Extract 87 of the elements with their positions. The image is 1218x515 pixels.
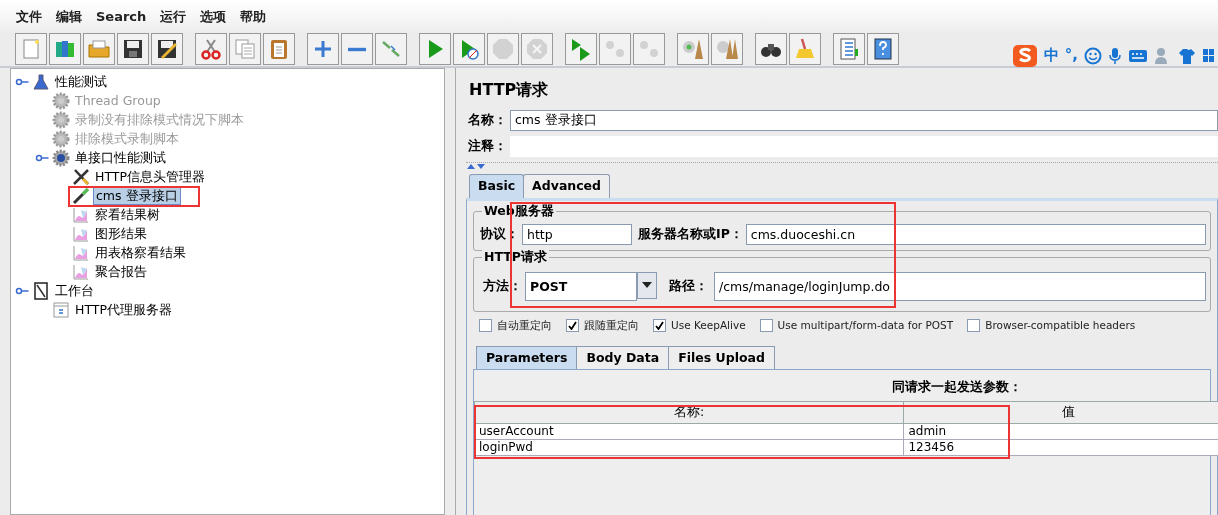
toolbar-button[interactable] (755, 33, 787, 65)
flask-icon (32, 72, 50, 91)
checkbox[interactable] (759, 319, 773, 333)
minus-icon (348, 46, 366, 52)
menu-item[interactable]: 文件 (16, 8, 42, 32)
tree-item[interactable]: 用表格察看结果 (93, 244, 188, 261)
field-label: 方法： (483, 276, 522, 295)
path-field[interactable]: /cms/manage/loginJump.do (714, 271, 1206, 301)
toolbar-button[interactable] (151, 33, 183, 65)
caret-icon (642, 282, 652, 289)
checkbox-label: 跟随重定向 (584, 317, 639, 333)
chart-icon (72, 205, 90, 224)
chart-icon (72, 262, 90, 281)
shirt-icon[interactable] (1178, 47, 1196, 64)
menu-item[interactable]: 编辑 (56, 8, 82, 32)
grid-icon[interactable] (1202, 47, 1214, 64)
tree-item[interactable]: 工作台 (53, 282, 96, 299)
checkbox-label: Browser-compatible headers (985, 317, 1136, 333)
tab[interactable]: Advanced (523, 174, 611, 198)
tree-item[interactable]: HTTP信息头管理器 (93, 168, 207, 185)
list-icon (837, 37, 861, 61)
tab[interactable]: Parameters (476, 345, 578, 370)
copy-icon (233, 37, 257, 61)
field-label: 注释： (468, 137, 507, 156)
octagon-icon (491, 37, 515, 61)
field-label: 路径： (669, 276, 708, 295)
name-field[interactable]: cms 登录接口 (510, 110, 1218, 131)
window-icon (52, 300, 70, 319)
scissors-icon (199, 37, 223, 61)
splitter-arrows-icon[interactable] (466, 163, 486, 170)
tree-item[interactable]: 察看结果树 (93, 206, 162, 223)
toolbar-button[interactable] (117, 33, 149, 65)
table-cell: 123456 (903, 439, 1218, 456)
help-book-icon (871, 37, 895, 61)
tree-item[interactable]: 图形结果 (93, 225, 149, 242)
wrench-icon (72, 167, 90, 186)
tab[interactable]: Basic (469, 174, 525, 198)
chart-icon (72, 243, 90, 262)
pipette-icon (72, 186, 90, 205)
table-cell: userAccount (474, 423, 904, 440)
broom-icon (793, 37, 817, 61)
clipboard-icon (32, 281, 50, 300)
ime-logo-icon (1011, 42, 1038, 69)
tree-item[interactable]: 聚合报告 (93, 263, 149, 280)
checkbox[interactable] (566, 319, 579, 333)
tree-handle[interactable] (15, 285, 29, 296)
punctuation-mode[interactable]: °, (1064, 44, 1078, 67)
gear-icon (52, 148, 70, 167)
folder-icon (87, 37, 111, 61)
tree-item[interactable]: 性能测试 (53, 73, 109, 90)
tree-item[interactable]: 单接口性能测试 (73, 149, 168, 166)
menu-item[interactable]: 选项 (200, 8, 227, 32)
field-label: 协议： (480, 224, 519, 243)
field-label: 服务器名称或IP： (638, 224, 743, 243)
table-cell: admin (903, 423, 1218, 440)
keyboard-icon[interactable] (1128, 48, 1148, 63)
checkbox[interactable] (653, 319, 666, 333)
checkbox-label: 自动重定向 (497, 317, 552, 333)
checkbox-label: Use KeepAlive (671, 317, 746, 333)
tree-item[interactable]: HTTP代理服务器 (73, 301, 174, 318)
server-field[interactable]: cms.duoceshi.cn (745, 223, 1206, 245)
protocol-field[interactable]: http (522, 223, 632, 245)
chart-icon (72, 224, 90, 243)
input-mode-label[interactable]: 中 (1043, 44, 1059, 67)
octagon-cross-icon (525, 37, 549, 61)
checkbox-label: Use multipart/form-data for POST (777, 317, 954, 333)
tree-handle[interactable] (15, 76, 29, 87)
tab[interactable]: Files Upload (668, 345, 775, 370)
smiley-icon[interactable] (1084, 46, 1102, 65)
table-cell: loginPwd (474, 439, 904, 456)
menu-item[interactable]: Search (96, 8, 147, 32)
table-caption: 同请求一起发送参数： (891, 378, 1023, 397)
checkbox[interactable] (479, 319, 492, 333)
panel-title: HTTP请求 (469, 79, 550, 101)
column-header[interactable]: 名称: (474, 401, 904, 424)
gear-icon (52, 110, 70, 129)
floppy-pencil-icon (155, 37, 179, 61)
tree-handle[interactable] (35, 152, 49, 163)
microphone-icon[interactable] (1108, 46, 1122, 65)
gear-icon (52, 91, 70, 110)
toolbar-button[interactable] (867, 33, 899, 65)
column-header[interactable]: 值 (903, 401, 1218, 424)
field-label: 名称： (468, 111, 507, 130)
menu-item[interactable]: 帮助 (240, 8, 267, 32)
menu-item[interactable]: 运行 (160, 8, 187, 32)
gear-icon (52, 129, 70, 148)
checkbox[interactable] (967, 319, 981, 333)
